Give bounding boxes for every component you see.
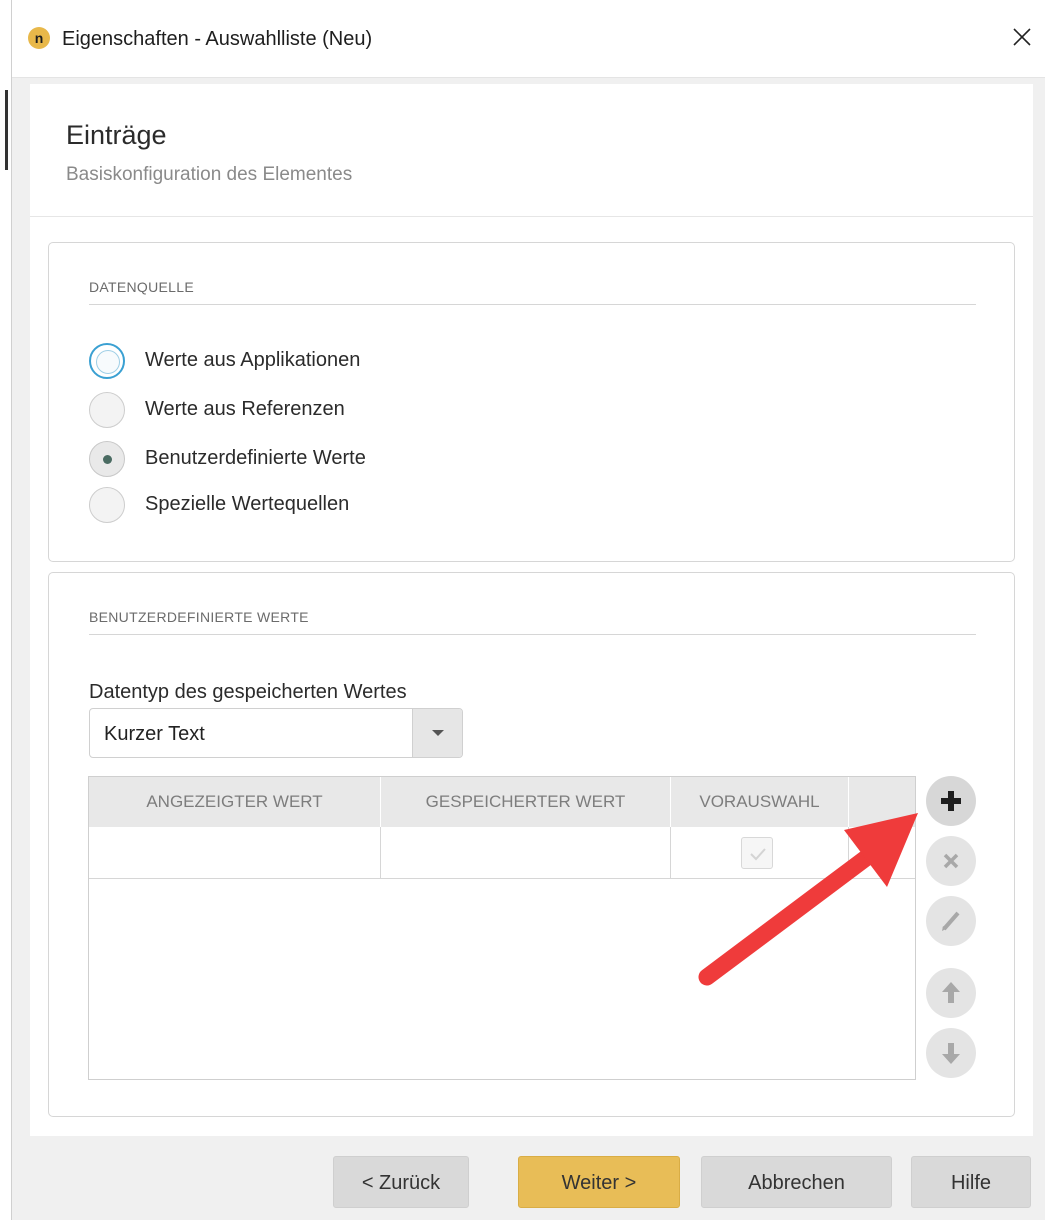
- move-down-button[interactable]: [926, 1028, 976, 1078]
- add-entry-button[interactable]: [926, 776, 976, 826]
- table-header: ANGEZEIGTER WERT GESPEICHERTER WERT VORA…: [89, 777, 915, 827]
- radio-label: Spezielle Wertequellen: [145, 493, 350, 515]
- radio-option-custom-values[interactable]: Benutzerdefinierte Werte: [89, 441, 489, 479]
- preselection-checkbox[interactable]: [741, 837, 773, 869]
- page-subtitle: Basiskonfiguration des Elementes: [66, 164, 353, 185]
- radio-option-applications[interactable]: Werte aus Applikationen: [89, 343, 489, 381]
- section-divider: [89, 634, 976, 635]
- arrow-down-icon: [942, 1043, 960, 1064]
- radio-label: Benutzerdefinierte Werte: [145, 447, 366, 469]
- radio-button[interactable]: [89, 487, 125, 523]
- move-up-button[interactable]: [926, 968, 976, 1018]
- radio-button[interactable]: [89, 392, 125, 428]
- section-title-custom-values: BENUTZERDEFINIERTE WERTE: [89, 609, 309, 625]
- cancel-button[interactable]: Abbrechen: [701, 1156, 892, 1208]
- table-cell-displayed-value[interactable]: [89, 827, 381, 879]
- datatype-selected-value: Kurzer Text: [104, 723, 205, 745]
- delete-icon: [943, 853, 959, 869]
- custom-values-panel: BENUTZERDEFINIERTE WERTE Datentyp des ge…: [48, 572, 1015, 1117]
- arrow-up-icon: [942, 982, 960, 1003]
- content-area: DATENQUELLE Werte aus Applikationen Wert…: [30, 216, 1033, 1136]
- table-cell-stored-value[interactable]: [381, 827, 671, 879]
- radio-option-special-sources[interactable]: Spezielle Wertequellen: [89, 487, 489, 525]
- column-header-stored-value[interactable]: GESPEICHERTER WERT: [381, 777, 671, 827]
- title-bar: n Eigenschaften - Auswahlliste (Neu): [12, 0, 1045, 78]
- plus-icon: [941, 791, 961, 811]
- column-header-displayed-value[interactable]: ANGEZEIGTER WERT: [89, 777, 381, 827]
- table-row[interactable]: [89, 827, 915, 879]
- background-window-mark: [5, 90, 8, 170]
- datatype-select[interactable]: Kurzer Text: [89, 708, 463, 758]
- edit-entry-button[interactable]: [926, 896, 976, 946]
- radio-label: Werte aus Referenzen: [145, 398, 345, 420]
- section-title-datasource: DATENQUELLE: [89, 279, 194, 295]
- close-icon: [1013, 28, 1031, 46]
- radio-button[interactable]: [89, 441, 125, 477]
- delete-entry-button[interactable]: [926, 836, 976, 886]
- app-logo-icon: n: [28, 27, 50, 49]
- check-icon: [750, 848, 766, 861]
- window-title: Eigenschaften - Auswahlliste (Neu): [62, 28, 373, 50]
- background-window-edge: [0, 0, 12, 1220]
- page-header: Einträge Basiskonfiguration des Elemente…: [30, 84, 1033, 216]
- close-button[interactable]: [1005, 20, 1039, 54]
- radio-button[interactable]: [89, 343, 125, 379]
- datasource-panel: DATENQUELLE Werte aus Applikationen Wert…: [48, 242, 1015, 562]
- next-button[interactable]: Weiter >: [518, 1156, 680, 1208]
- help-button[interactable]: Hilfe: [911, 1156, 1031, 1208]
- datatype-label: Datentyp des gespeicherten Wertes: [89, 681, 407, 703]
- chevron-down-icon[interactable]: [412, 709, 462, 757]
- back-button[interactable]: < Zurück: [333, 1156, 469, 1208]
- column-header-empty: [849, 777, 915, 827]
- app-logo-letter: n: [34, 30, 44, 46]
- page-title: Einträge: [66, 120, 167, 150]
- section-divider: [89, 304, 976, 305]
- edit-icon: [942, 911, 960, 931]
- column-header-preselection[interactable]: VORAUSWAHL: [671, 777, 849, 827]
- table-cell-preselection: [671, 827, 849, 879]
- dialog-footer: < Zurück Weiter > Abbrechen Hilfe: [12, 1136, 1045, 1220]
- radio-label: Werte aus Applikationen: [145, 349, 361, 371]
- radio-option-references[interactable]: Werte aus Referenzen: [89, 392, 489, 430]
- values-table: ANGEZEIGTER WERT GESPEICHERTER WERT VORA…: [88, 776, 916, 1080]
